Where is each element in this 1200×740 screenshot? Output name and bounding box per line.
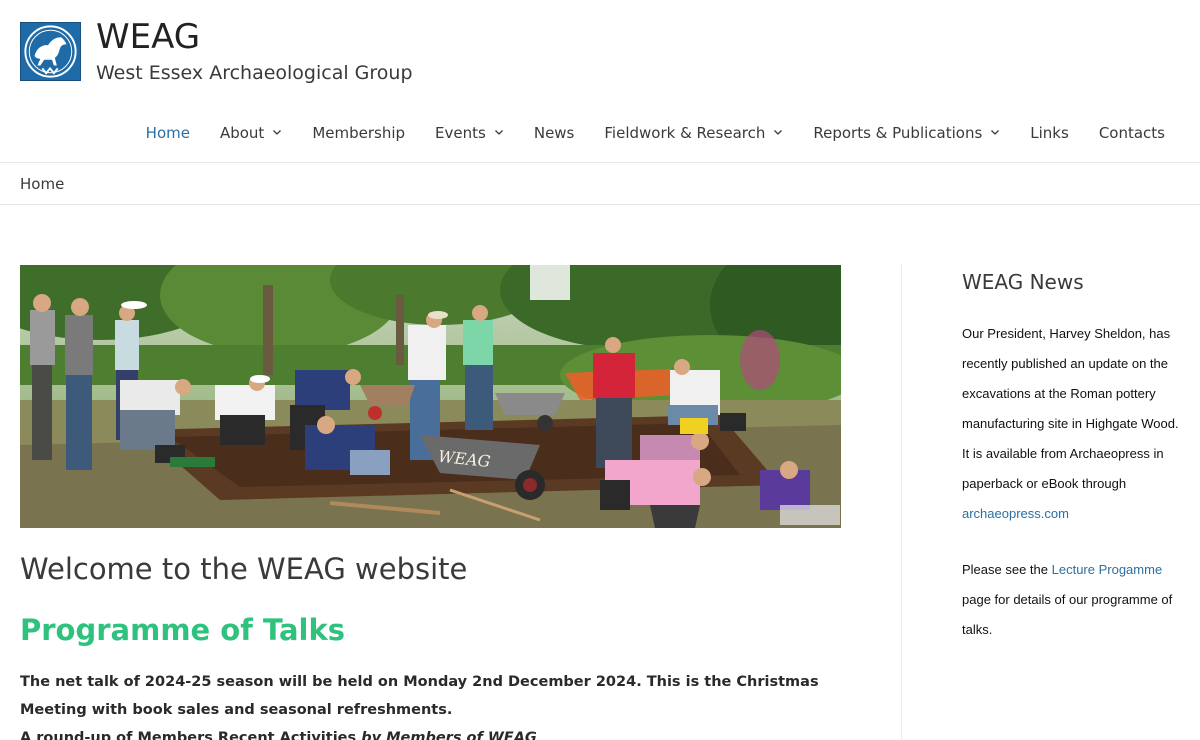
nav-label: Fieldwork & Research [604, 124, 766, 142]
sidebar-divider [901, 265, 902, 740]
programme-of-talks-heading: Programme of Talks [20, 613, 346, 647]
nav-label: Home [145, 124, 190, 142]
site-header: WEAG West Essex Archaeological Group Hom… [0, 0, 1200, 163]
sidebar-news-paragraph: Our President, Harvey Sheldon, has recen… [962, 319, 1187, 529]
nav-label: Membership [312, 124, 406, 142]
excavation-photo: WEAG [20, 265, 841, 528]
sidebar-title: WEAG News [962, 270, 1084, 294]
nav-item-home[interactable]: Home [146, 124, 190, 142]
nav-label: About [219, 124, 265, 142]
talk-speaker: by Members of WEAG [361, 730, 537, 740]
chevron-down-icon [273, 130, 282, 135]
nav-item-news[interactable]: News [534, 124, 575, 142]
chevron-down-icon [991, 130, 1000, 135]
lecture-text-after: page for details of our programme of tal… [962, 592, 1173, 637]
hero-image-excavation: WEAG [20, 265, 841, 528]
nav-item-links[interactable]: Links [1030, 124, 1069, 142]
welcome-title: Welcome to the WEAG website [20, 552, 468, 586]
nav-item-reports-publications[interactable]: Reports & Publications [813, 124, 1000, 142]
site-title[interactable]: WEAG [96, 17, 200, 57]
breadcrumb: Home [20, 175, 65, 193]
lecture-text-before: Please see the [962, 562, 1052, 577]
nav-item-fieldwork-research[interactable]: Fieldwork & Research [604, 124, 783, 142]
lecture-programme-link[interactable]: Lecture Progamme [1052, 562, 1163, 577]
nav-label: Events [435, 124, 486, 142]
sidebar-lecture-paragraph: Please see the Lecture Progamme page for… [962, 555, 1187, 645]
nav-item-membership[interactable]: Membership [312, 124, 405, 142]
chevron-down-icon [774, 130, 783, 135]
nav-item-contacts[interactable]: Contacts [1099, 124, 1165, 142]
nav-item-about[interactable]: About [220, 124, 282, 142]
nav-label: Reports & Publications [813, 124, 983, 142]
archaeopress-link[interactable]: archaeopress.com [962, 506, 1069, 521]
nav-label: Links [1030, 124, 1069, 142]
weag-logo[interactable] [20, 22, 81, 81]
breadcrumb-bar: Home [0, 163, 1200, 205]
talk-title: A round-up of Members Recent Activities … [20, 724, 537, 740]
chevron-down-icon [494, 130, 503, 135]
horse-emblem-icon [24, 25, 77, 78]
main-nav: Home About Membership Events News Fieldw… [146, 118, 1165, 148]
talk-title-main: A round-up of Members Recent Activities [20, 730, 362, 740]
site-tagline: West Essex Archaeological Group [96, 62, 413, 84]
next-talk-text: The net talk of 2024-25 season will be h… [20, 674, 819, 718]
nav-label: News [533, 124, 575, 142]
nav-label: Contacts [1098, 124, 1165, 142]
news-text: Our President, Harvey Sheldon, has recen… [962, 326, 1179, 491]
nav-item-events[interactable]: Events [435, 124, 504, 142]
